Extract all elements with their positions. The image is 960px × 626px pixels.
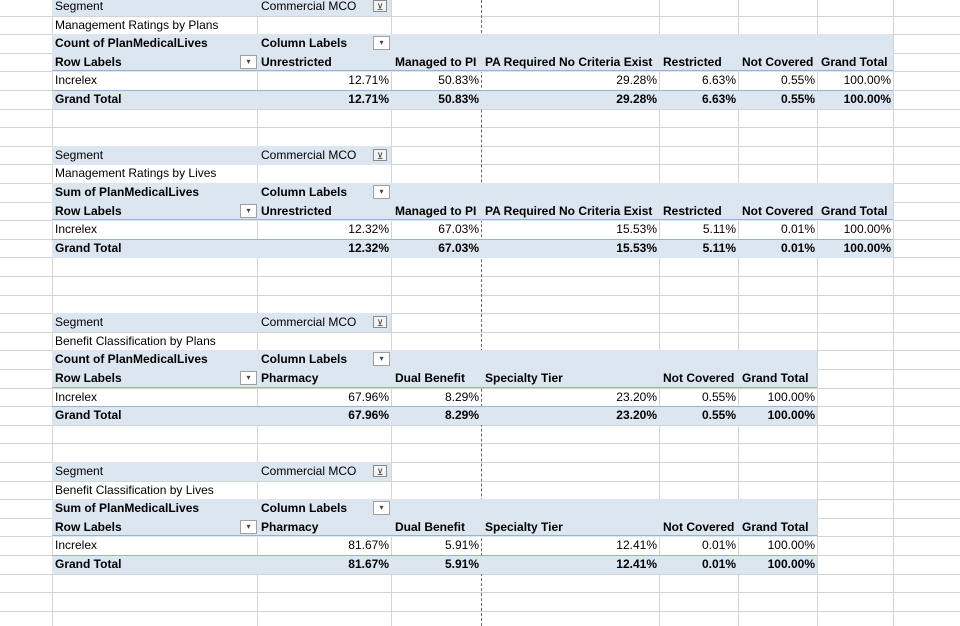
row-labels: Row Labels [55, 371, 122, 385]
segment-label: Segment [55, 464, 104, 478]
grand-total-label: Grand Total [55, 408, 122, 422]
pivot-title: Management Ratings by Plans [55, 18, 219, 32]
grand-total-label: Grand Total [55, 241, 122, 255]
row-labels: Row Labels [55, 520, 122, 534]
filter-applied-icon[interactable]: ⊻ [373, 465, 387, 477]
grand-total-cell[interactable]: 8.29% [359, 406, 479, 424]
segment-filter-value[interactable]: Commercial MCO [261, 462, 371, 480]
data-cell[interactable]: 100.00% [695, 536, 815, 554]
filter-applied-icon[interactable]: ⊻ [373, 149, 387, 161]
column-labels: Column Labels [261, 185, 348, 199]
grand-total-cell[interactable]: 100.00% [695, 555, 815, 573]
segment-label: Segment [55, 0, 104, 13]
gridline-row [0, 276, 960, 277]
grand-total-cell[interactable]: 50.83% [359, 90, 479, 108]
column-labels-dropdown-icon[interactable]: ▾ [373, 501, 390, 515]
row-label[interactable]: Increlex [55, 220, 235, 238]
pivot-title: Benefit Classification by Lives [55, 483, 214, 497]
row-label[interactable]: Increlex [55, 71, 235, 89]
pivot-title: Benefit Classification by Plans [55, 334, 216, 348]
spreadsheet-grid[interactable]: Segment Commercial MCO ⊻ Management Ratings… [0, 0, 960, 626]
column-header: Grand Total [821, 55, 888, 69]
grand-total-cell[interactable]: 67.03% [359, 239, 479, 257]
grand-total-cell[interactable]: 5.91% [359, 555, 479, 573]
column-header: Specialty Tier [485, 520, 563, 534]
column-header: PA Required No Criteria Exist [485, 55, 653, 69]
column-header: Grand Total [742, 520, 809, 534]
data-cell[interactable]: 5.91% [359, 536, 479, 554]
segment-filter-value[interactable]: Commercial MCO [261, 313, 371, 331]
grand-total-cell[interactable]: 100.00% [695, 406, 815, 424]
pivot-measure: Sum of PlanMedicalLives [55, 501, 200, 515]
data-cell[interactable]: 100.00% [695, 388, 815, 406]
segment-filter-value[interactable]: Commercial MCO [261, 0, 371, 15]
grand-total-label: Grand Total [55, 557, 122, 571]
pivot-measure: Count of PlanMedicalLives [55, 352, 208, 366]
segment-label: Segment [55, 148, 104, 162]
row-label[interactable]: Increlex [55, 388, 235, 406]
gridline-row [0, 611, 960, 612]
gridline-row [0, 425, 960, 426]
column-labels: Column Labels [261, 352, 348, 366]
row-label[interactable]: Increlex [55, 536, 235, 554]
pivot-measure: Sum of PlanMedicalLives [55, 185, 200, 199]
column-labels: Column Labels [261, 501, 348, 515]
column-labels-dropdown-icon[interactable]: ▾ [373, 36, 390, 50]
grand-total-label: Grand Total [55, 92, 122, 106]
pivot-measure: Count of PlanMedicalLives [55, 36, 208, 50]
filter-applied-icon[interactable]: ⊻ [373, 0, 387, 12]
segment-filter-value[interactable]: Commercial MCO [261, 146, 371, 164]
column-header: PA Required No Criteria Exist [485, 204, 653, 218]
column-header: Grand Total [742, 371, 809, 385]
data-cell[interactable]: 100.00% [771, 220, 891, 238]
filter-applied-icon[interactable]: ⊻ [373, 316, 387, 328]
gridline-row [0, 109, 960, 110]
gridline-row [0, 574, 960, 575]
column-header: Specialty Tier [485, 371, 563, 385]
data-cell[interactable]: 67.03% [359, 220, 479, 238]
row-labels-dropdown-icon[interactable]: ▾ [240, 55, 257, 69]
row-labels: Row Labels [55, 204, 122, 218]
gridline-row [0, 443, 960, 444]
row-labels-dropdown-icon[interactable]: ▾ [240, 371, 257, 385]
column-labels-dropdown-icon[interactable]: ▾ [373, 352, 390, 366]
gridline-row [0, 127, 960, 128]
column-labels: Column Labels [261, 36, 348, 50]
data-cell[interactable]: 50.83% [359, 71, 479, 89]
pivot-title: Management Ratings by Lives [55, 166, 217, 180]
column-labels-dropdown-icon[interactable]: ▾ [373, 185, 390, 199]
row-labels: Row Labels [55, 55, 122, 69]
gridline-row [0, 295, 960, 296]
column-header: Grand Total [821, 204, 888, 218]
gridline-row [0, 592, 960, 593]
row-labels-dropdown-icon[interactable]: ▾ [240, 520, 257, 534]
segment-label: Segment [55, 315, 104, 329]
grand-total-cell[interactable]: 100.00% [771, 90, 891, 108]
row-labels-dropdown-icon[interactable]: ▾ [240, 204, 257, 218]
data-cell[interactable]: 100.00% [771, 71, 891, 89]
data-cell[interactable]: 8.29% [359, 388, 479, 406]
grand-total-cell[interactable]: 100.00% [771, 239, 891, 257]
